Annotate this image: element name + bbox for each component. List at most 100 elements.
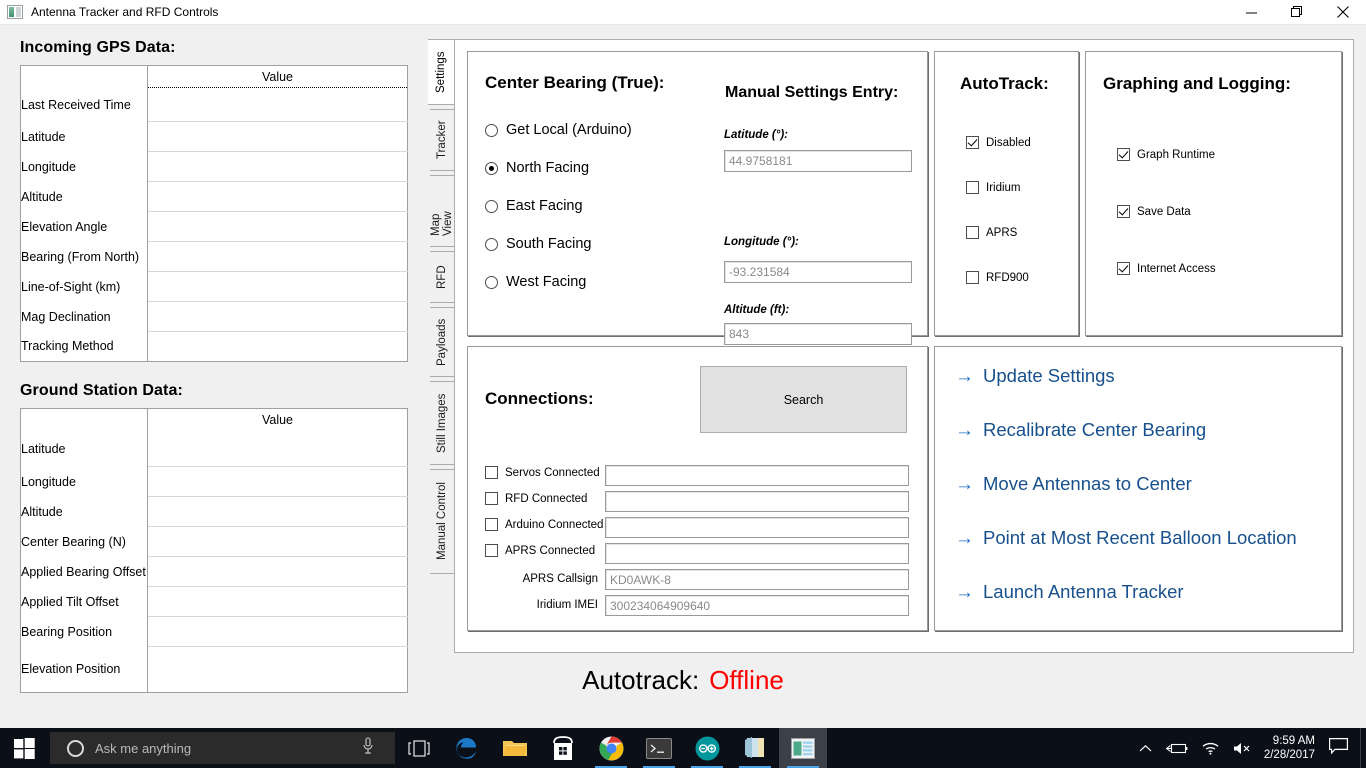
connection-status-field[interactable] [605,465,909,486]
checkbox-servos-connected[interactable]: Servos Connected [485,466,600,479]
wifi-icon[interactable] [1202,742,1219,755]
arrow-right-icon: → [955,419,974,441]
connection-status-field[interactable] [605,543,909,564]
radio-north-facing[interactable]: North Facing [485,160,589,176]
action-link-launch-antenna-tracker[interactable]: → Launch Antenna Tracker [955,581,1184,603]
main-tab-host: Settings Tracker Map View RFD Payloads Still … [428,39,1354,653]
incoming-gps-data-table: Value Last Received Time Latitude Longitud… [20,65,408,362]
windows-start-icon[interactable] [0,728,48,768]
table-header-row: Value [20,65,408,88]
tab-rfd[interactable]: RFD [430,251,455,303]
clock[interactable]: 9:59 AM 2/28/2017 [1264,734,1315,762]
radio-west-facing[interactable]: West Facing [485,274,586,290]
battery-charging-icon[interactable] [1165,742,1188,755]
gps-header-blank [20,65,148,88]
action-center-icon[interactable] [1329,737,1348,759]
table-row: Line-of-Sight (km) [20,271,408,302]
ground-station-row-value[interactable] [147,526,408,557]
edge-icon[interactable] [443,728,491,768]
tab-still-images[interactable]: Still Images [430,381,455,465]
microphone-icon[interactable] [361,736,375,760]
gps-row-value[interactable] [147,151,408,182]
ground-station-row-value[interactable] [147,556,408,587]
table-row: Applied Bearing Offset [20,556,408,587]
microsoft-store-icon[interactable] [539,728,587,768]
action-link-point-at-most-recent-balloon-location[interactable]: → Point at Most Recent Balloon Location [955,527,1297,549]
action-link-recalibrate-center-bearing[interactable]: → Recalibrate Center Bearing [955,419,1206,441]
ground-station-row-value[interactable] [147,616,408,647]
tab-settings[interactable]: Settings [428,39,455,105]
entry-input[interactable]: 300234064909640 [605,595,909,616]
action-link-move-antennas-to-center[interactable]: → Move Antennas to Center [955,473,1192,495]
gps-row-value[interactable] [147,271,408,302]
gps-row-value[interactable] [147,211,408,242]
gps-row-value[interactable] [147,87,408,122]
manual-field-label: Longitude (°): [724,236,799,248]
ground-station-row-value[interactable] [147,496,408,527]
chevron-up-icon[interactable] [1139,744,1152,753]
checkbox-disabled[interactable]: Disabled [966,136,1031,149]
speaker-mute-icon[interactable] [1233,742,1251,755]
arrow-right-icon: → [955,581,974,603]
manual-field-input[interactable]: 843 [724,323,912,345]
arduino-ide-icon[interactable] [683,728,731,768]
manual-field-input[interactable]: -93.231584 [724,261,912,283]
table-row: Bearing Position [20,616,408,647]
entry-input[interactable]: KD0AWK-8 [605,569,909,590]
checkbox-arduino-connected[interactable]: Arduino Connected [485,518,603,531]
table-row: Latitude [20,121,408,152]
checkbox-iridium[interactable]: Iridium [966,181,1021,194]
gps-row-value[interactable] [147,301,408,332]
gps-row-value[interactable] [147,331,408,362]
gps-row-value[interactable] [147,121,408,152]
checkbox-rfd900[interactable]: RFD900 [966,271,1029,284]
check-mark-icon [485,518,498,531]
ground-station-row-value[interactable] [148,431,408,467]
antenna-tracker-icon[interactable] [779,728,827,768]
radio-mark-icon [485,237,498,251]
checkbox-save-data[interactable]: Save Data [1117,205,1191,218]
checkbox-internet-access[interactable]: Internet Access [1117,262,1216,275]
action-link-update-settings[interactable]: → Update Settings [955,365,1115,387]
radio-east-facing[interactable]: East Facing [485,198,583,214]
ground-station-row-value[interactable] [147,586,408,617]
gps-row-value[interactable] [147,241,408,272]
action-link-label: Point at Most Recent Balloon Location [983,527,1297,548]
radio-get-local-arduino[interactable]: Get Local (Arduino) [485,122,632,138]
gps-row-value[interactable] [147,181,408,212]
ground-station-row-value[interactable] [147,466,408,497]
search-button[interactable]: Search [700,366,907,433]
search-input[interactable]: Ask me anything [50,732,395,764]
checkbox-rfd-connected[interactable]: RFD Connected [485,492,587,505]
table-row: Altitude [20,181,408,212]
checkbox-aprs[interactable]: APRS [966,226,1017,239]
checkbox-graph-runtime[interactable]: Graph Runtime [1117,148,1215,161]
ground-station-row-label: Latitude [20,430,148,467]
tab-payloads[interactable]: Payloads [430,307,455,377]
tab-tracker[interactable]: Tracker [430,109,455,171]
gps-row-label: Elevation Angle [20,211,148,242]
chrome-icon[interactable] [587,728,635,768]
vertical-tab-strip: Settings Tracker Map View RFD Payloads Still … [428,39,455,653]
gps-header-value: Value [261,69,294,84]
maximize-button[interactable] [1274,0,1320,25]
show-desktop-button[interactable] [1360,728,1366,768]
status-label: Autotrack: [582,665,700,695]
task-view-icon[interactable] [395,728,443,768]
connection-status-field[interactable] [605,517,909,538]
command-prompt-icon[interactable] [635,728,683,768]
manual-field-input[interactable]: 44.9758181 [724,150,912,172]
radio-south-facing[interactable]: South Facing [485,236,591,252]
connection-status-field[interactable] [605,491,909,512]
tab-map-view[interactable]: Map View [430,175,455,247]
connections-title: Connections: [485,389,594,408]
checkbox-aprs-connected[interactable]: APRS Connected [485,544,595,557]
table-row: Longitude [20,466,408,497]
minimize-button[interactable] [1228,0,1274,25]
tab-manual-control[interactable]: Manual Control [430,469,455,574]
tab-label: Settings [435,51,447,93]
notepad-icon[interactable] [731,728,779,768]
file-explorer-icon[interactable] [491,728,539,768]
close-button[interactable] [1320,0,1366,25]
table-row: Applied Tilt Offset [20,586,408,617]
